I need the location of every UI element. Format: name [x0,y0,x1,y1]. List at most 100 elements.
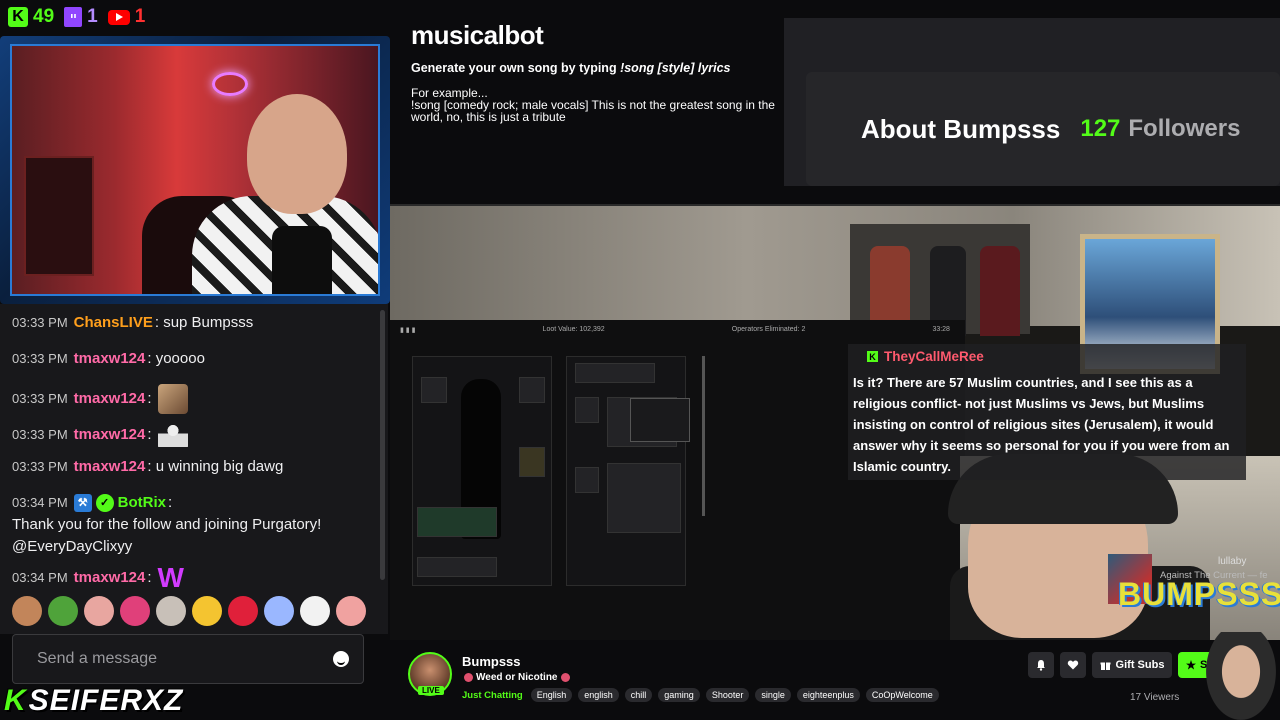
tag[interactable]: CoOpWelcome [865,688,939,702]
platform-counters: K 49 1 1 [8,6,145,28]
kick-count: 49 [33,6,55,27]
emote-icon[interactable] [264,596,294,626]
message-time: 03:33 PM [12,351,68,366]
followers-count: 127 [1080,115,1121,142]
pepe-emote-icon[interactable] [48,596,78,626]
cat-emote-icon[interactable] [156,596,186,626]
message-user[interactable]: BotRix [118,492,166,514]
channel-name[interactable]: Bumpsss [462,654,521,669]
message-text: Thank you for the follow and joining Pur… [12,516,322,555]
overlay-username: TheyCallMeRee [884,349,984,364]
message-time: 03:34 PM [12,570,68,585]
inventory-divider [702,356,705,516]
jacket [980,246,1020,336]
title-emoji-icon [464,673,473,682]
gift-subs-button[interactable]: Gift Subs [1092,652,1172,678]
corner-avatar-overlay [1206,632,1276,720]
loot-value: Loot Value: 102,392 [542,326,605,333]
microphone [272,226,332,294]
notification-bell-button[interactable] [1028,652,1054,678]
chat-message: 03:33 PM tmaxw124: u winning big dawg [12,456,376,478]
tag[interactable]: gaming [658,688,700,702]
chat-input-box[interactable] [12,634,364,684]
operators-eliminated: Operators Eliminated: 2 [731,326,806,333]
title-emoji-icon [560,673,570,682]
skull-emote-icon[interactable] [300,596,330,626]
tag[interactable]: single [755,688,791,702]
brand-text: SEIFERXZ [28,684,184,717]
highlighted-chat-overlay: K TheyCallMeRee Is it? There are 57 Musl… [848,344,1246,480]
stream-title: Weed or Nicotine [464,672,570,683]
webcam-frame [0,36,390,304]
musicalbot-panel: musicalbot Generate your own song by typ… [411,20,781,123]
emoji-emote-icon[interactable] [192,596,222,626]
message-user[interactable]: tmaxw124 [74,567,146,589]
stream-title-text: Weed or Nicotine [476,672,558,683]
chat-message: 03:34 PM tmaxw124: W [12,562,184,593]
chat-input[interactable] [37,650,297,668]
stream-info-bar: LIVE Bumpsss Weed or Nicotine Just Chatt… [390,640,1280,720]
category-link[interactable]: Just Chatting [462,690,523,701]
chest-rig-slot [575,397,599,423]
w-emote: W [157,562,184,593]
emote-image [157,384,188,414]
twitch-count: 1 [87,6,98,27]
context-menu [630,398,690,442]
overlay-text: Is it? There are 57 Muslim countries, an… [853,375,1230,474]
brand-watermark: K SEIFERXZ [4,684,183,718]
kick-icon: K [867,351,878,362]
chat-message: 03:33 PM ChansLIVE: sup Bumpsss [12,312,376,334]
emote-image [157,420,188,450]
equipment-panel [412,356,552,586]
message-user[interactable]: tmaxw124 [74,424,146,446]
stream-tags: Just Chatting English english chill gami… [462,688,939,702]
emoji-picker-icon[interactable] [333,651,349,667]
message-text: sup Bumpsss [163,314,254,331]
musicalbot-example: For example... !song [comedy rock; male … [411,87,781,123]
overlay-user: K TheyCallMeRee [867,349,1241,364]
emote-icon[interactable] [336,596,366,626]
chat-panel: 03:33 PM ChansLIVE: sup Bumpsss 03:33 PM… [0,304,388,634]
tag[interactable]: eighteenplus [796,688,860,702]
kick-icon: K [8,7,28,27]
follow-button[interactable] [1060,652,1086,678]
example-text: !song [comedy rock; male vocals] This is… [411,98,775,124]
emote-bar [12,596,372,626]
about-title: About Bumpsss [861,113,1061,144]
emote-icon[interactable] [12,596,42,626]
chat-message: 03:33 PM tmaxw124: [12,384,376,414]
about-card: About Bumpsss 127 Followers [806,72,1280,186]
moderator-badge-icon: ⚒ [73,494,92,512]
emote-icon[interactable] [120,596,150,626]
emote-icon[interactable] [228,596,258,626]
game-tabs: ▮ ▮ ▮ [400,327,416,334]
tag[interactable]: chill [624,688,653,702]
kick-counter: K 49 [8,6,54,28]
brand-k: K [4,684,27,717]
message-user[interactable]: tmaxw124 [74,388,146,410]
emote-icon[interactable] [84,596,114,626]
tag[interactable]: English [530,688,573,702]
armor-slot [519,447,545,477]
followers-label: Followers [1128,115,1241,142]
bumpsss-logo: BUMPSSS [1118,576,1280,612]
chat-scrollbar[interactable] [380,310,385,580]
secondary-weapon-slot [417,557,497,577]
tag[interactable]: english [578,688,619,702]
backpack-slot [575,467,599,493]
youtube-icon [107,9,130,25]
viewer-count: 17 Viewers [1130,692,1180,703]
tag[interactable]: Shooter [705,688,750,702]
pocket-slots [575,363,655,383]
message-user[interactable]: tmaxw124 [74,456,146,478]
message-user[interactable]: tmaxw124 [74,348,146,370]
live-badge: LIVE [418,686,444,695]
pockets-panel [566,356,686,586]
message-user[interactable]: ChansLIVE [74,312,153,334]
game-hud-top: ▮ ▮ ▮ Loot Value: 102,392 Operators Elim… [400,326,950,340]
game-timer: 33:28 [932,326,950,333]
tagline-prefix: Generate your own song by typing [411,61,621,75]
gift-icon [1100,662,1111,670]
message-time: 03:33 PM [12,459,68,474]
message-text: yooooo [155,350,205,367]
